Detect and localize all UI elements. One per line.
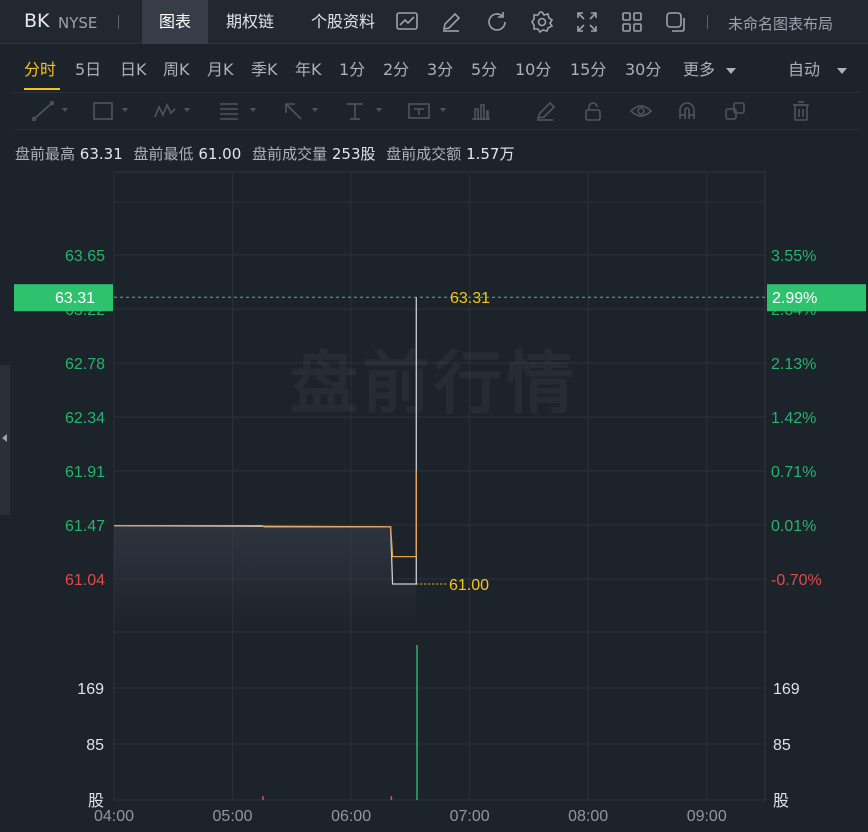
time-tick-label: 05:00 xyxy=(213,808,253,825)
volume-bar xyxy=(416,645,418,800)
volume-tick-label: 85 xyxy=(86,737,104,754)
volume-tick-label: 169 xyxy=(773,681,800,698)
volume-tick-label: 85 xyxy=(773,737,791,754)
price-tick-label: 63.65 xyxy=(65,248,105,265)
current-price-value: 63.31 xyxy=(55,290,95,307)
app-root: BK NYSE 图表 期权链 个股资料 未命名图表布局 分时 5日 日K 周K … xyxy=(0,0,868,832)
price-tick-label: 62.78 xyxy=(65,356,105,373)
price-tick-label: 62.34 xyxy=(65,410,105,427)
price-area xyxy=(114,525,417,632)
time-tick-label: 04:00 xyxy=(94,808,134,825)
pct-tick-label: 1.42% xyxy=(771,410,816,427)
volume-tick-label: 169 xyxy=(77,681,104,698)
plot-frame xyxy=(113,171,766,801)
price-tick-label: 61.04 xyxy=(65,572,105,589)
pct-tick-label: 0.01% xyxy=(771,518,816,535)
pct-tick-label: 2.13% xyxy=(771,356,816,373)
time-tick-label: 08:00 xyxy=(568,808,608,825)
volume-bar xyxy=(262,796,264,800)
pct-tick-label: -0.70% xyxy=(771,572,822,589)
volume-bar xyxy=(390,796,393,800)
watermark: 盘前行情 xyxy=(290,328,578,427)
current-pct-value: 2.99% xyxy=(772,290,817,307)
price-tick-label: 61.47 xyxy=(65,518,105,535)
time-tick-label: 07:00 xyxy=(450,808,490,825)
low-marker-label: 61.00 xyxy=(449,577,489,594)
high-marker-label: 63.31 xyxy=(450,290,490,307)
volume-tick-label: 股 xyxy=(773,792,789,810)
price-tick-label: 61.91 xyxy=(65,464,105,481)
time-tick-label: 09:00 xyxy=(687,808,727,825)
pct-tick-label: 0.71% xyxy=(771,464,816,481)
pct-tick-label: 3.55% xyxy=(771,248,816,265)
time-tick-label: 06:00 xyxy=(331,808,371,825)
